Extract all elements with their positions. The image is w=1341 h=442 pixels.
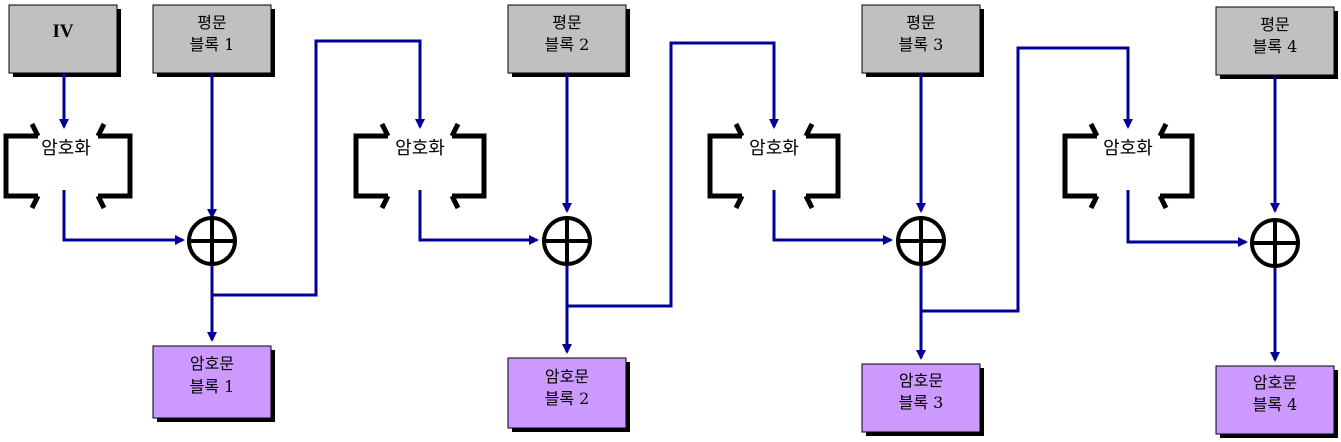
wire-feedback-1 bbox=[212, 39, 425, 297]
plaintext-block-2-line2: 블록 2 bbox=[545, 35, 590, 54]
xor-operator-2 bbox=[542, 216, 592, 266]
ciphertext-block-4-line2: 블록 4 bbox=[1253, 395, 1298, 414]
plaintext-block-3-line2: 블록 3 bbox=[899, 35, 944, 54]
plaintext-block-4: 평문 블록 4 bbox=[1215, 6, 1338, 79]
ciphertext-block-3: 암호문 블록 3 bbox=[861, 363, 984, 436]
wire-feedback-3 bbox=[921, 46, 1133, 313]
ciphertext-block-1: 암호문 블록 1 bbox=[152, 345, 275, 422]
plaintext-block-2-line1: 평문 bbox=[552, 13, 581, 32]
ciphertext-block-3-line1: 암호문 bbox=[899, 371, 943, 390]
xor-operator-1 bbox=[187, 216, 237, 266]
encrypt-label-1: 암호화 bbox=[41, 138, 91, 159]
cfb-mode-diagram: IV 평문 블록 1 평문 블록 2 평문 블록 3 평문 블록 4 암호화 암… bbox=[3, 4, 1338, 438]
plaintext-block-3-line1: 평문 bbox=[906, 13, 935, 32]
xor-operator-4 bbox=[1250, 218, 1300, 268]
plaintext-block-2: 평문 블록 2 bbox=[507, 4, 630, 77]
plaintext-block-1: 평문 블록 1 bbox=[152, 4, 275, 77]
encrypt-label-3: 암호화 bbox=[749, 138, 799, 159]
plaintext-block-4-line1: 평문 bbox=[1260, 15, 1289, 34]
ciphertext-block-4-line1: 암호문 bbox=[1253, 373, 1297, 392]
ciphertext-block-2: 암호문 블록 2 bbox=[507, 357, 630, 432]
ciphertext-block-2-line2: 블록 2 bbox=[545, 389, 590, 408]
iv-label: IV bbox=[52, 21, 73, 42]
ciphertext-block-1-line2: 블록 1 bbox=[190, 377, 235, 396]
plaintext-block-1-line1: 평문 bbox=[197, 13, 226, 32]
plaintext-block-4-line2: 블록 4 bbox=[1253, 37, 1298, 56]
plaintext-block-1-line2: 블록 1 bbox=[190, 35, 235, 54]
plaintext-block-3: 평문 블록 3 bbox=[861, 4, 984, 77]
iv-box: IV bbox=[8, 4, 121, 77]
encrypt-block-1: 암호화 bbox=[3, 122, 133, 210]
ciphertext-block-4: 암호문 블록 4 bbox=[1215, 365, 1338, 438]
ciphertext-block-2-line1: 암호문 bbox=[545, 367, 589, 386]
xor-operator-3 bbox=[896, 216, 946, 266]
encrypt-label-2: 암호화 bbox=[395, 138, 445, 159]
wire-feedback-2 bbox=[567, 41, 779, 308]
ciphertext-block-1-line1: 암호문 bbox=[190, 354, 234, 373]
encrypt-label-4: 암호화 bbox=[1103, 138, 1153, 159]
ciphertext-block-3-line2: 블록 3 bbox=[899, 393, 944, 412]
